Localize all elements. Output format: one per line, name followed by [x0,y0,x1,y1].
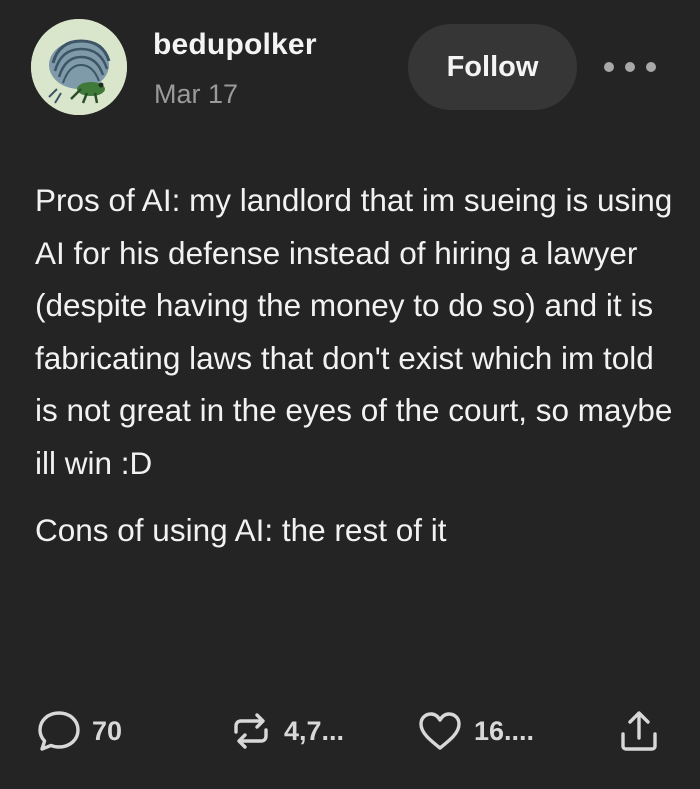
like-count: 16.... [474,715,535,746]
reblog-button[interactable]: 4,7... [228,707,344,755]
reply-count: 70 [92,715,123,746]
reblog-icon [234,713,268,749]
comment-bubble-icon [38,711,80,751]
like-button[interactable]: 16.... [416,707,534,755]
share-icon [621,711,657,751]
reply-button[interactable]: 70 [36,707,122,755]
post-body: Pros of AI: my landlord that im sueing i… [35,174,675,557]
author-username[interactable]: bedupolker [153,28,317,62]
share-button[interactable] [617,707,661,755]
author-avatar[interactable] [31,19,127,115]
post-paragraph: Cons of using AI: the rest of it [35,512,447,548]
reblog-count: 4,7... [284,715,345,746]
heart-icon [419,712,461,750]
more-options-button[interactable] [604,52,656,82]
more-dots-icon [625,62,635,72]
follow-button[interactable]: Follow [408,24,577,110]
more-dots-icon [646,62,656,72]
pillbug-avatar-icon [31,19,127,115]
post-timestamp: Mar 17 [154,79,239,109]
post-paragraph: Pros of AI: my landlord that im sueing i… [35,182,673,481]
post-card: bedupolker Mar 17 Follow Pros of AI: my … [0,0,700,789]
more-dots-icon [604,62,614,72]
